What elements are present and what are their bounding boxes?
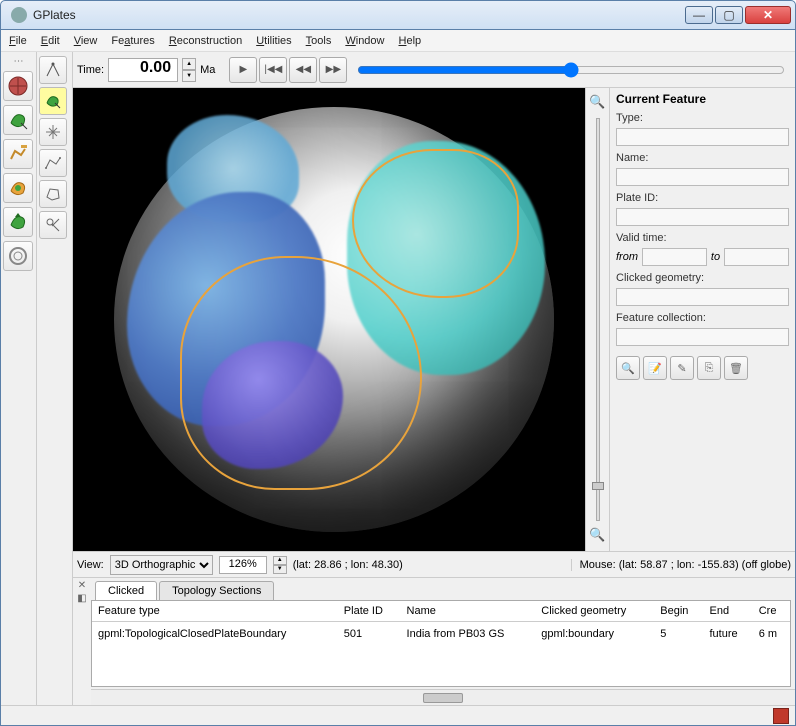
drag-globe-tool[interactable] bbox=[3, 71, 33, 101]
geometry-field bbox=[616, 288, 789, 306]
maximize-button[interactable]: ▢ bbox=[715, 6, 743, 24]
sub-tool-palette bbox=[37, 52, 73, 705]
zoom-spinner[interactable]: ▲▼ bbox=[273, 556, 287, 574]
time-slider[interactable] bbox=[357, 61, 785, 79]
menubar: File Edit View Features Reconstruction U… bbox=[1, 30, 795, 52]
window-title: GPlates bbox=[33, 8, 685, 22]
panel-close-icon[interactable]: ✕ bbox=[78, 580, 86, 591]
type-field bbox=[616, 128, 789, 146]
plateid-field bbox=[616, 208, 789, 226]
step-back-button[interactable]: ◀◀ bbox=[289, 57, 317, 83]
menu-tools[interactable]: Tools bbox=[306, 35, 332, 47]
col-end[interactable]: End bbox=[703, 601, 752, 622]
panel-header: Current Feature bbox=[616, 92, 789, 106]
col-name[interactable]: Name bbox=[401, 601, 536, 622]
to-field bbox=[724, 248, 789, 266]
statusbar bbox=[1, 705, 795, 725]
menu-reconstruction[interactable]: Reconstruction bbox=[169, 35, 242, 47]
zoom-control: 🔍 🔍 bbox=[585, 88, 609, 551]
clicked-features-panel: ✕ ◧ Clicked Topology Sections Feature ty… bbox=[73, 577, 795, 705]
minimize-button[interactable]: — bbox=[685, 6, 713, 24]
topology-tool[interactable] bbox=[3, 173, 33, 203]
clone-feature-button[interactable]: ✎ bbox=[670, 356, 694, 380]
time-toolbar: Time: 0.00 ▲▼ Ma ▶ |◀◀ ◀◀ ▶▶ bbox=[73, 52, 795, 88]
move-pole-tool[interactable] bbox=[3, 207, 33, 237]
measure-tool[interactable] bbox=[39, 56, 67, 84]
play-button[interactable]: ▶ bbox=[229, 57, 257, 83]
col-plate-id[interactable]: Plate ID bbox=[338, 601, 401, 622]
edit-feature-button[interactable]: 📝 bbox=[643, 356, 667, 380]
camera-coords: (lat: 28.86 ; lon: 48.30) bbox=[293, 559, 403, 571]
digitize-tool[interactable] bbox=[3, 139, 33, 169]
from-label: from bbox=[616, 251, 638, 263]
move-geometry-tool[interactable] bbox=[39, 118, 67, 146]
menu-utilities[interactable]: Utilities bbox=[256, 35, 291, 47]
zoom-percent[interactable]: 126% bbox=[219, 556, 267, 574]
zoom-slider[interactable] bbox=[596, 118, 600, 521]
zoom-in-icon[interactable]: 🔍 bbox=[589, 94, 607, 112]
menu-edit[interactable]: Edit bbox=[41, 35, 60, 47]
small-circle-tool[interactable] bbox=[3, 241, 33, 271]
unsaved-icon[interactable] bbox=[773, 708, 789, 724]
type-label: Type: bbox=[616, 112, 789, 124]
rewind-start-button[interactable]: |◀◀ bbox=[259, 57, 287, 83]
projection-select[interactable]: 3D Orthographic bbox=[110, 555, 213, 575]
menu-view[interactable]: View bbox=[74, 35, 98, 47]
table-row[interactable]: gpml:TopologicalClosedPlateBoundary 501 … bbox=[92, 622, 790, 647]
feature-table: Feature type Plate ID Name Clicked geome… bbox=[91, 600, 791, 687]
polygon-tool[interactable] bbox=[39, 180, 67, 208]
copy-feature-button[interactable]: ⎘ bbox=[697, 356, 721, 380]
select-feature-tool[interactable] bbox=[39, 87, 67, 115]
delete-feature-button[interactable]: 🗑 bbox=[724, 356, 748, 380]
collection-field bbox=[616, 328, 789, 346]
view-status-row: View: 3D Orthographic 126% ▲▼ (lat: 28.8… bbox=[73, 551, 795, 577]
col-geometry[interactable]: Clicked geometry bbox=[535, 601, 654, 622]
collection-label: Feature collection: bbox=[616, 312, 789, 324]
col-cre[interactable]: Cre bbox=[753, 601, 790, 622]
tool-palette: ⋯ bbox=[1, 52, 37, 705]
time-unit: Ma bbox=[200, 64, 215, 76]
polyline-tool[interactable] bbox=[39, 149, 67, 177]
menu-window[interactable]: Window bbox=[345, 35, 384, 47]
query-feature-button[interactable]: 🔍 bbox=[616, 356, 640, 380]
time-input[interactable]: 0.00 bbox=[108, 58, 178, 82]
close-button[interactable]: ✕ bbox=[745, 6, 791, 24]
menu-features[interactable]: Features bbox=[111, 35, 154, 47]
plateid-label: Plate ID: bbox=[616, 192, 789, 204]
menu-file[interactable]: File bbox=[9, 35, 27, 47]
app-icon bbox=[11, 7, 27, 23]
tab-topology-sections[interactable]: Topology Sections bbox=[159, 581, 274, 600]
choose-feature-tool[interactable] bbox=[3, 105, 33, 135]
zoom-out-icon[interactable]: 🔍 bbox=[589, 527, 607, 545]
col-feature-type[interactable]: Feature type bbox=[92, 601, 338, 622]
mouse-coords: Mouse: (lat: 58.87 ; lon: -155.83) (off … bbox=[571, 559, 791, 571]
tab-clicked[interactable]: Clicked bbox=[95, 581, 157, 600]
titlebar: GPlates — ▢ ✕ bbox=[0, 0, 796, 30]
from-field bbox=[642, 248, 707, 266]
to-label: to bbox=[711, 251, 720, 263]
step-forward-button[interactable]: ▶▶ bbox=[319, 57, 347, 83]
dock-handle-icon[interactable]: ⋯ bbox=[3, 56, 34, 67]
menu-help[interactable]: Help bbox=[399, 35, 422, 47]
time-label: Time: bbox=[77, 64, 104, 76]
globe-viewport[interactable] bbox=[73, 88, 585, 551]
globe bbox=[114, 107, 554, 533]
col-begin[interactable]: Begin bbox=[654, 601, 703, 622]
view-label: View: bbox=[77, 559, 104, 571]
panel-undock-icon[interactable]: ◧ bbox=[77, 593, 86, 604]
current-feature-panel: Current Feature Type: Name: Plate ID: Va… bbox=[609, 88, 795, 551]
geometry-label: Clicked geometry: bbox=[616, 272, 789, 284]
time-spinner[interactable]: ▲▼ bbox=[182, 58, 196, 82]
name-field bbox=[616, 168, 789, 186]
split-tool[interactable] bbox=[39, 211, 67, 239]
name-label: Name: bbox=[616, 152, 789, 164]
horizontal-scrollbar[interactable] bbox=[91, 689, 795, 705]
validtime-label: Valid time: bbox=[616, 232, 789, 244]
